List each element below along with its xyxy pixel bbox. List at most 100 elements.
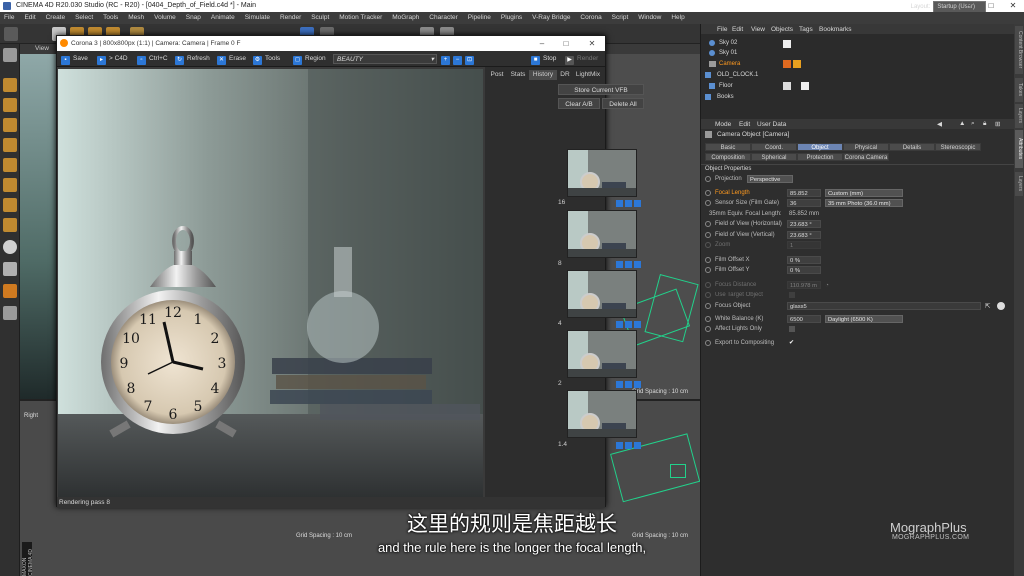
history-delete-icon[interactable]	[634, 321, 641, 328]
fov-vertical-field[interactable]: 23.683 °	[787, 231, 821, 239]
snap-icon[interactable]	[3, 240, 17, 254]
grid-icon[interactable]	[3, 306, 17, 320]
animate-dot-icon[interactable]	[705, 190, 711, 196]
tab-stats[interactable]: Stats	[508, 70, 528, 80]
tab-post[interactable]: Post	[487, 70, 507, 80]
close-button[interactable]: ✕	[1002, 0, 1024, 12]
viewport-view-menu[interactable]: View	[35, 45, 49, 52]
corona-zoom-in-icon[interactable]: +	[441, 54, 453, 65]
tab-takes[interactable]: Takes	[1015, 78, 1023, 102]
corona-copy-button[interactable]: ▫ Ctrl+C	[137, 54, 168, 65]
animate-dot-icon[interactable]	[705, 221, 711, 227]
maximize-button[interactable]: □	[980, 0, 1002, 12]
make-editable-icon[interactable]	[3, 48, 17, 62]
clear-ab-button[interactable]: Clear A/B	[558, 98, 600, 109]
menu-sculpt[interactable]: Sculpt	[307, 12, 333, 24]
history-delete-icon[interactable]	[634, 261, 641, 268]
menu-character[interactable]: Character	[425, 12, 462, 24]
points-mode-icon[interactable]	[3, 78, 17, 92]
history-save-icon[interactable]	[616, 200, 623, 207]
animate-dot-icon[interactable]	[705, 242, 711, 248]
tab-physical[interactable]: Physical	[843, 143, 889, 151]
tab-attributes[interactable]: Attributes	[1015, 130, 1023, 168]
target-tag-icon[interactable]	[783, 60, 791, 68]
corona-region-button[interactable]: ◻ Region	[293, 54, 326, 65]
model-mode-icon[interactable]	[3, 138, 17, 152]
attr-menu-user-data[interactable]: User Data	[757, 121, 786, 128]
history-thumb-3[interactable]	[567, 270, 637, 318]
history-delete-icon[interactable]	[634, 442, 641, 449]
workplane-icon[interactable]	[3, 218, 17, 232]
corona-zoom-out-icon[interactable]: −	[453, 54, 465, 65]
menu-vray-bridge[interactable]: V-Ray Bridge	[528, 12, 574, 24]
corona-stop-button[interactable]: ■ Stop	[531, 54, 556, 65]
history-load-icon[interactable]	[625, 200, 632, 207]
menu-create[interactable]: Create	[42, 12, 70, 24]
animate-dot-icon[interactable]	[705, 267, 711, 273]
menu-snap[interactable]: Snap	[182, 12, 205, 24]
film-offset-x-field[interactable]: 0 %	[787, 256, 821, 264]
use-target-checkbox[interactable]	[789, 292, 795, 298]
history-thumb-4[interactable]	[567, 330, 637, 378]
history-save-icon[interactable]	[616, 381, 623, 388]
arrow-back-icon[interactable]: ◀	[937, 120, 942, 128]
tab-layers[interactable]: Layers	[1015, 172, 1023, 196]
menu-script[interactable]: Script	[608, 12, 633, 24]
history-save-icon[interactable]	[616, 261, 623, 268]
material-tag-icon[interactable]	[783, 82, 791, 90]
corona-render-button[interactable]: ▶ Render	[565, 54, 598, 65]
history-thumb-1[interactable]	[567, 149, 637, 197]
animate-dot-icon[interactable]	[705, 303, 711, 309]
history-save-icon[interactable]	[616, 442, 623, 449]
corona-channel-dropdown[interactable]: BEAUTY ▾	[333, 54, 437, 64]
sensor-preset-dropdown[interactable]: 35 mm Photo (36.0 mm)	[825, 199, 903, 207]
menu-window[interactable]: Window	[634, 12, 665, 24]
tab-protection[interactable]: Protection	[797, 153, 843, 161]
undo-icon[interactable]	[4, 27, 18, 41]
tab-content-browser[interactable]: Content Browser	[1015, 26, 1023, 74]
new-panel-icon[interactable]: ⊞	[995, 120, 1000, 128]
corona-save-button[interactable]: ▪ Save	[61, 54, 88, 65]
tab-coord[interactable]: Coord.	[751, 143, 797, 151]
tab-details[interactable]: Details	[889, 143, 935, 151]
tab-basic[interactable]: Basic	[705, 143, 751, 151]
menu-mograph[interactable]: MoGraph	[388, 12, 423, 24]
focal-length-field[interactable]: 85.852	[787, 189, 821, 197]
corona-to-c4d-button[interactable]: ▸ > C4D	[97, 54, 128, 65]
white-balance-field[interactable]: 6500	[787, 315, 821, 323]
object-row-books[interactable]: Books	[701, 93, 791, 102]
om-menu-tags[interactable]: Tags	[799, 26, 813, 33]
history-load-icon[interactable]	[625, 321, 632, 328]
delete-all-button[interactable]: Delete All	[602, 98, 644, 109]
history-thumb-5[interactable]	[567, 390, 637, 438]
edges-mode-icon[interactable]	[3, 98, 17, 112]
corona-refresh-button[interactable]: ↻ Refresh	[175, 54, 210, 65]
menu-corona[interactable]: Corona	[576, 12, 605, 24]
tab-layers-top[interactable]: Layers	[1015, 104, 1023, 128]
projection-dropdown[interactable]: Perspective	[747, 175, 793, 183]
store-current-vfb-button[interactable]: Store Current VFB	[558, 84, 644, 95]
tab-composition[interactable]: Composition	[705, 153, 751, 161]
focus-distance-field[interactable]: 110.978 m	[787, 281, 821, 289]
tweak-mode-icon[interactable]	[3, 198, 17, 212]
menu-help[interactable]: Help	[667, 12, 688, 24]
corona-close-button[interactable]: ✕	[583, 36, 601, 51]
om-menu-view[interactable]: View	[751, 26, 765, 33]
menu-tools[interactable]: Tools	[99, 12, 122, 24]
corona-tools-button[interactable]: ⚙ Tools	[253, 54, 280, 65]
corona-minimize-button[interactable]: –	[533, 36, 551, 51]
menu-volume[interactable]: Volume	[150, 12, 180, 24]
lock-workplane-icon[interactable]	[3, 262, 17, 276]
tab-spherical[interactable]: Spherical	[751, 153, 797, 161]
menu-select[interactable]: Select	[71, 12, 97, 24]
material-tag-icon[interactable]	[801, 82, 809, 90]
animate-dot-icon[interactable]	[705, 200, 711, 206]
film-offset-y-field[interactable]: 0 %	[787, 266, 821, 274]
tab-history[interactable]: History	[529, 70, 557, 80]
render-image[interactable]: 12 1 2 345 678 9 10 11	[58, 69, 483, 497]
corona-zoom-fit-icon[interactable]: ⊡	[465, 54, 477, 65]
om-menu-edit[interactable]: Edit	[732, 26, 743, 33]
texture-mode-icon[interactable]	[3, 158, 17, 172]
sky-texture-tag-icon[interactable]	[783, 40, 791, 48]
object-row-sky01[interactable]: Sky 01	[705, 49, 795, 58]
